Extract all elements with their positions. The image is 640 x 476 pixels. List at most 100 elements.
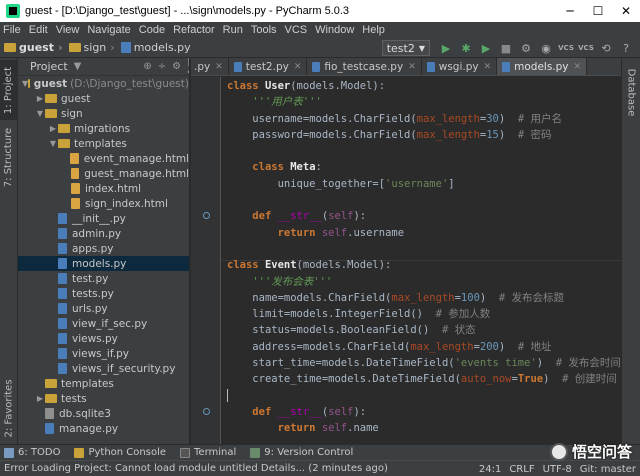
gear-icon[interactable]: ⚙ (172, 61, 181, 72)
tree-item[interactable]: guest_manage.html (18, 166, 189, 181)
file-encoding[interactable]: UTF-8 (543, 464, 572, 475)
menu-help[interactable]: Help (362, 24, 385, 36)
menu-refactor[interactable]: Refactor (173, 24, 215, 36)
help-icon[interactable]: ? (619, 41, 633, 55)
window-title: guest - [D:\Django_test\guest] - ...\sig… (25, 5, 350, 17)
tab-fio-testcase[interactable]: fio_testcase.py ✕ (307, 58, 422, 75)
code-line: start_time=models.DateTimeField('events … (252, 357, 621, 370)
menu-view[interactable]: View (56, 24, 80, 36)
chevron-right-icon[interactable]: ▶ (35, 94, 45, 103)
breadcrumb-project[interactable]: guest › (4, 41, 63, 54)
tree-item[interactable]: admin.py (18, 226, 189, 241)
git-branch[interactable]: Git: master (580, 464, 636, 475)
tree-item[interactable]: models.py (18, 256, 189, 271)
coverage-icon[interactable]: ▶ (479, 41, 493, 55)
minimize-button[interactable]: ─ (556, 0, 584, 22)
tab-database-tool[interactable]: Database (622, 62, 640, 122)
tree-item-label: views.py (72, 332, 118, 345)
status-message[interactable]: Error Loading Project: Cannot load modul… (4, 463, 388, 474)
line-separator[interactable]: CRLF (509, 464, 534, 475)
breadcrumb-folder[interactable]: sign › (68, 41, 115, 54)
run-icon[interactable]: ▶ (439, 41, 453, 55)
tab-partial-py[interactable]: .py ✕ (191, 58, 229, 75)
menu-run[interactable]: Run (223, 24, 243, 36)
maximize-button[interactable]: ☐ (584, 0, 612, 22)
close-icon[interactable]: ✕ (294, 62, 302, 72)
tab-models[interactable]: models.py ✕ (497, 58, 588, 75)
tree-item[interactable]: ▶ guest (18, 91, 189, 106)
hide-icon[interactable]: |← (187, 58, 189, 78)
folder-icon (45, 94, 57, 103)
tree-item-label: tests (61, 392, 87, 405)
tree-item[interactable]: ▼ templates (18, 136, 189, 151)
tool-version-control[interactable]: 9: Version Control (250, 447, 353, 458)
tab-wsgi[interactable]: wsgi.py ✕ (422, 58, 498, 75)
close-icon[interactable]: ✕ (408, 62, 416, 72)
tree-item[interactable]: event_manage.html (18, 151, 189, 166)
sync-icon[interactable]: ⊕ (143, 61, 151, 72)
chevron-down-icon[interactable]: ▼ (35, 109, 45, 118)
close-icon[interactable]: ✕ (574, 62, 582, 72)
menu-vcs[interactable]: VCS (285, 24, 308, 36)
chevron-down-icon[interactable]: ▼ (48, 139, 58, 148)
tree-item[interactable]: index.html (18, 181, 189, 196)
chevron-right-icon[interactable]: ▶ (35, 394, 45, 403)
tree-item-label: migrations (74, 122, 131, 135)
tree-item[interactable]: manage.py (18, 421, 189, 436)
menu-navigate[interactable]: Navigate (87, 24, 130, 36)
tree-item[interactable]: db.sqlite3 (18, 406, 189, 421)
menu-tools[interactable]: Tools (251, 24, 277, 36)
stop-icon[interactable]: ■ (499, 41, 513, 55)
tree-item[interactable]: ▶ tests (18, 391, 189, 406)
debug-icon[interactable]: ✱ (459, 41, 473, 55)
close-icon[interactable]: ✕ (215, 62, 223, 72)
tree-item[interactable]: templates (18, 376, 189, 391)
chevron-right-icon[interactable]: ▶ (48, 124, 58, 133)
tree-item[interactable]: sign_index.html (18, 196, 189, 211)
tree-item[interactable]: test.py (18, 271, 189, 286)
code-text[interactable]: class User(models.Model): '''用户表''' user… (227, 78, 621, 437)
tree-item[interactable]: views_if.py (18, 346, 189, 361)
tree-item[interactable]: ▼ guest (D:\Django_test\guest) (18, 76, 189, 91)
breadcrumb-file[interactable]: models.py (120, 41, 191, 54)
tab-project-tool[interactable]: 1: Project (0, 60, 18, 120)
tree-item[interactable]: __init__.py (18, 211, 189, 226)
override-marker-icon[interactable] (203, 408, 210, 415)
menu-edit[interactable]: Edit (29, 24, 48, 36)
tool-todo[interactable]: 6: TODO (4, 447, 60, 458)
close-icon[interactable]: ✕ (484, 62, 492, 72)
cursor-position[interactable]: 24:1 (479, 464, 501, 475)
tree-item[interactable]: apps.py (18, 241, 189, 256)
vcs-commit-icon[interactable]: VCS (578, 41, 594, 55)
run-config-select[interactable]: test2 ▼ (381, 40, 430, 56)
tab-structure-tool[interactable]: 7: Structure (0, 122, 18, 192)
tool-python-console[interactable]: Python Console (74, 447, 166, 458)
tree-item[interactable]: view_if_sec.py (18, 316, 189, 331)
python-file-icon (58, 318, 67, 329)
tree-item-label: views_if.py (72, 347, 129, 360)
tree-item[interactable]: tests.py (18, 286, 189, 301)
code-editor[interactable]: class User(models.Model): '''用户表''' user… (191, 77, 621, 444)
override-marker-icon[interactable] (203, 212, 210, 219)
menu-code[interactable]: Code (139, 24, 165, 36)
tree-item[interactable]: views.py (18, 331, 189, 346)
menu-window[interactable]: Window (315, 24, 354, 36)
tree-item[interactable]: views_if_security.py (18, 361, 189, 376)
code-line: password=models.CharField(max_length=15)… (252, 128, 552, 141)
chevron-down-icon[interactable]: ▼ (74, 61, 82, 72)
tab-favorites-tool[interactable]: 2: Favorites (0, 376, 18, 440)
tool-terminal[interactable]: Terminal (180, 447, 236, 458)
menu-file[interactable]: File (3, 24, 21, 36)
code-line: name=models.CharField(max_length=100) # … (252, 291, 565, 304)
history-icon[interactable]: ⟲ (599, 41, 613, 55)
tree-item[interactable]: ▶ migrations (18, 121, 189, 136)
tree-item[interactable]: ▼ sign (18, 106, 189, 121)
tree-item[interactable]: urls.py (18, 301, 189, 316)
settings-icon[interactable]: ⚙ (519, 41, 533, 55)
collapse-icon[interactable]: ÷ (158, 61, 166, 72)
tab-test2[interactable]: test2.py ✕ (229, 58, 308, 75)
vcs-update-icon[interactable]: VCS (558, 41, 574, 55)
close-button[interactable]: ✕ (612, 0, 640, 22)
sdk-icon[interactable]: ◉ (539, 41, 553, 55)
